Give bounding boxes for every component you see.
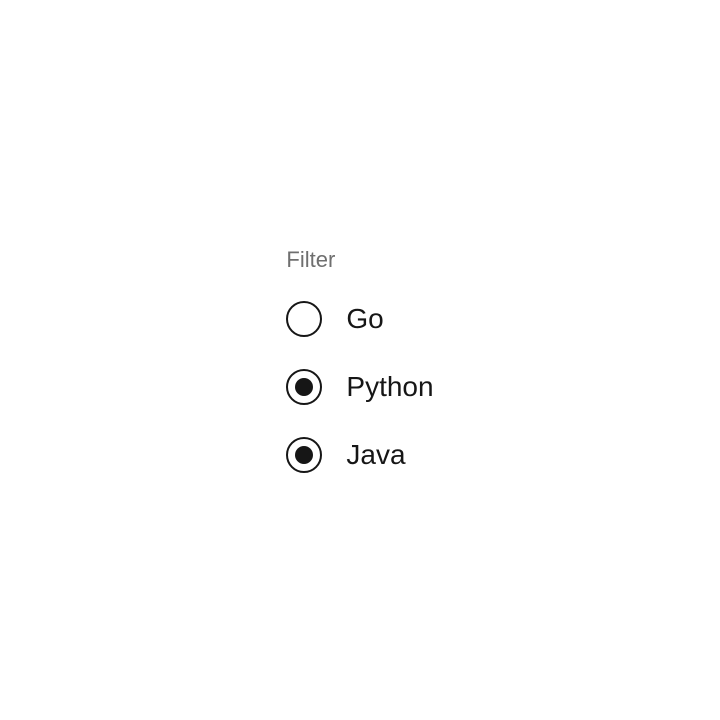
radio-label: Java bbox=[346, 439, 405, 471]
radio-dot-icon bbox=[295, 378, 313, 396]
radio-option-python[interactable]: Python bbox=[286, 369, 433, 405]
radio-icon bbox=[286, 301, 322, 337]
radio-icon-selected bbox=[286, 369, 322, 405]
radio-option-java[interactable]: Java bbox=[286, 437, 433, 473]
filter-title: Filter bbox=[286, 247, 433, 273]
radio-label: Python bbox=[346, 371, 433, 403]
radio-dot-icon bbox=[295, 446, 313, 464]
radio-label: Go bbox=[346, 303, 383, 335]
radio-option-go[interactable]: Go bbox=[286, 301, 433, 337]
radio-icon-selected bbox=[286, 437, 322, 473]
filter-group: Filter Go Python Java bbox=[286, 247, 433, 473]
